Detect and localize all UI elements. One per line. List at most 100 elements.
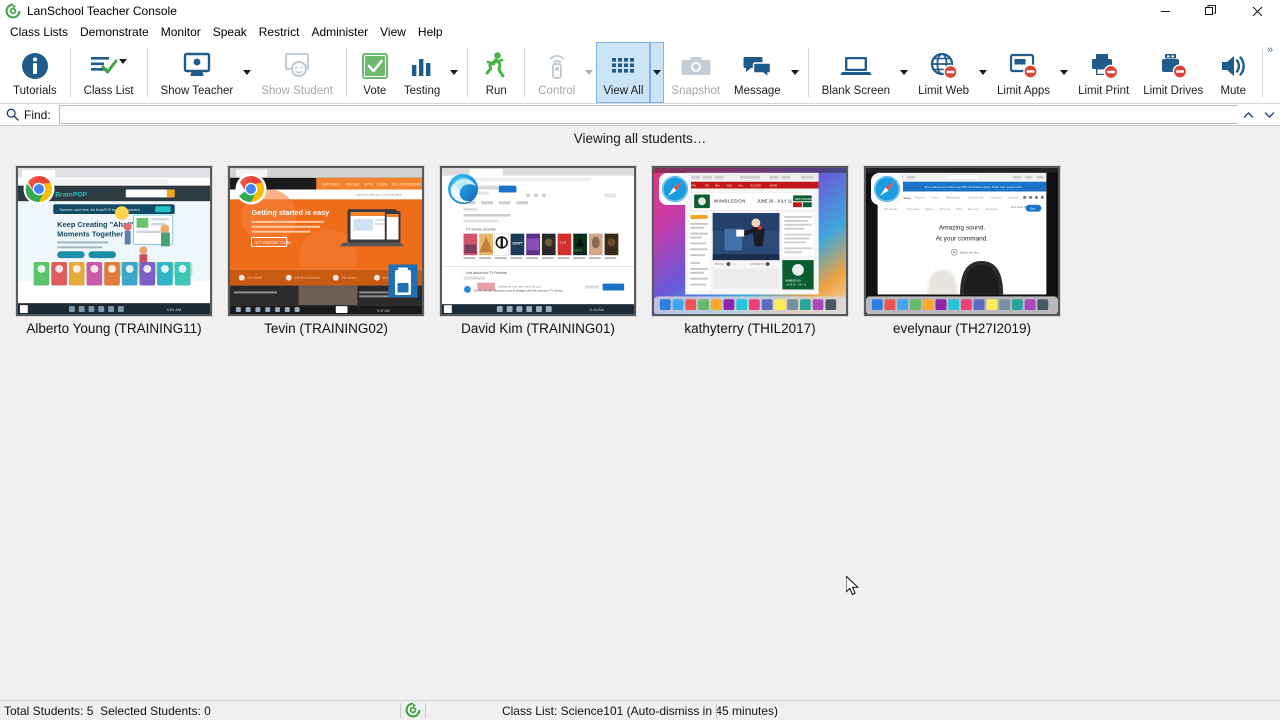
svg-text:FAQ: FAQ [956, 207, 963, 211]
toolbar-dropdown-testing[interactable] [447, 42, 461, 103]
toolbar-separator [808, 48, 809, 97]
running-person-icon [483, 49, 509, 83]
minimize-button[interactable] [1142, 0, 1188, 22]
edge-icon [446, 172, 480, 206]
toolbar-button-limit-apps[interactable]: Limit Apps [990, 42, 1057, 103]
find-next-button[interactable] [1259, 104, 1280, 126]
menu-item-demonstrate[interactable]: Demonstrate [74, 23, 155, 41]
toolbar-button-mute[interactable]: Mute [1210, 42, 1256, 103]
toolbar-button-tutorials[interactable]: Tutorials [6, 42, 64, 103]
toolbar-dropdown-view-all[interactable] [650, 42, 664, 103]
student-tile[interactable]: Free delivery on orders over $35. Exclus… [856, 163, 1068, 336]
svg-text:JUNE 28 - JULY 11: JUNE 28 - JULY 11 [757, 198, 793, 203]
toolbar-separator [467, 48, 468, 97]
toolbar-dropdown-control [582, 42, 596, 103]
toolbar-label-run: Run [486, 85, 507, 98]
toolbar-button-limit-web[interactable]: Limit Web [911, 42, 976, 103]
chrome-icon [22, 172, 56, 206]
lanschool-refresh-icon[interactable] [405, 702, 421, 718]
toolbar-label-control: Control [538, 85, 575, 98]
svg-text:MORE: MORE [411, 183, 422, 187]
svg-text:SHARE: SHARE [715, 263, 724, 266]
find-previous-button[interactable] [1238, 104, 1259, 126]
svg-text:3 1/2: 3 1/2 [560, 240, 567, 244]
svg-text:SOLUTIONS: SOLUTIONS [392, 183, 412, 187]
student-thumbnail[interactable]: Free delivery on orders over $35. Exclus… [864, 166, 1060, 316]
student-name-label: Alberto Young (TRAINING11) [26, 321, 201, 336]
toolbar-button-message[interactable]: Message [727, 42, 788, 103]
toolbar-label-view-all: View All [603, 85, 643, 98]
menu-item-help[interactable]: Help [412, 23, 449, 41]
student-thumbnail[interactable]: BrainPOP Teachers: save time, the BrainP… [16, 166, 212, 316]
toolbar-dropdown-message[interactable] [788, 42, 802, 103]
toolbar-separator [524, 48, 525, 97]
menu-item-speak[interactable]: Speak [207, 23, 253, 41]
svg-text:GET STARTED TODAY: GET STARTED TODAY [254, 241, 292, 245]
svg-text:Explore: Explore [991, 195, 1001, 199]
svg-text:TV shows recently: TV shows recently [466, 228, 497, 232]
toolbar-label-tutorials: Tutorials [13, 85, 57, 98]
title-bar: LanSchool Teacher Console [0, 0, 1280, 22]
toolbar-button-view-all[interactable]: View All [596, 42, 650, 103]
svg-text:Home: Home [932, 195, 940, 199]
svg-text:Wearables: Wearables [946, 195, 960, 199]
remote-control-icon [544, 49, 570, 83]
camera-icon [680, 49, 712, 83]
menu-item-restrict[interactable]: Restrict [253, 23, 306, 41]
student-thumbnail[interactable]: FEATURESPRICING APPSLOGIN SOLUTIONSMORE … [228, 166, 424, 316]
menu-item-monitor[interactable]: Monitor [155, 23, 207, 41]
toolbar-label-limit-apps: Limit Apps [997, 85, 1050, 98]
svg-text:FEATURES: FEATURES [322, 183, 340, 187]
svg-text:Watch the film: Watch the film [960, 251, 979, 255]
toolbar-button-limit-print[interactable]: Limit Print [1071, 42, 1136, 103]
svg-text:LOGIN: LOGIN [377, 183, 388, 187]
toolbar-dropdown-limit-web[interactable] [976, 42, 990, 103]
svg-text:At your command.: At your command. [936, 235, 989, 242]
svg-text:PRICING: PRICING [346, 183, 360, 187]
svg-text:https://moodle.com | Documen: https://moodle.com | Documentation [355, 192, 402, 196]
svg-text:WIMBLEDON: WIMBLEDON [714, 198, 746, 203]
green-check-icon [361, 49, 389, 83]
student-tile[interactable]: FEATURESPRICING APPSLOGIN SOLUTIONSMORE … [220, 163, 432, 336]
globe-block-icon [928, 49, 960, 83]
toolbar-button-vote[interactable]: Vote [353, 42, 397, 103]
toolbar-dropdown-blank-screen[interactable] [897, 42, 911, 103]
toolbar-label-message: Message [734, 85, 781, 98]
toolbar-button-blank-screen[interactable]: Blank Screen [815, 42, 897, 103]
monitor-face-icon [280, 49, 314, 83]
menu-item-administer[interactable]: Administer [305, 23, 374, 41]
bar-chart-icon [407, 49, 437, 83]
safari-icon [870, 172, 904, 206]
toolbar-button-run[interactable]: Run [474, 42, 518, 103]
find-label: Find: [24, 108, 51, 122]
toolbar-button-limit-drives[interactable]: Limit Drives [1136, 42, 1210, 103]
toolbar-button-testing[interactable]: Testing [397, 42, 447, 103]
toolbar-dropdown-limit-apps[interactable] [1057, 42, 1071, 103]
toolbar-button-class-list[interactable]: Class List [77, 42, 141, 103]
svg-text:WHITE: WHITE [574, 249, 582, 252]
toolbar-label-vote: Vote [363, 85, 386, 98]
menu-item-class-lists[interactable]: Class Lists [4, 23, 74, 41]
svg-text:APPS: APPS [364, 183, 374, 187]
svg-text:NBA: NBA [715, 185, 721, 188]
student-tile[interactable]: TV shows recently DON'T [432, 163, 644, 336]
student-tile[interactable]: BrainPOP Teachers: save time, the BrainP… [8, 163, 220, 336]
toolbar-button-show-student: Show Student [254, 42, 340, 103]
usb-block-icon [1157, 49, 1189, 83]
menu-item-view[interactable]: View [374, 23, 412, 41]
restore-button[interactable] [1188, 0, 1234, 22]
speaker-icon [1217, 49, 1249, 83]
toolbar-dropdown-show-teacher[interactable] [240, 42, 254, 103]
svg-text:JUNE 28 - JULY 11: JUNE 28 - JULY 11 [786, 285, 807, 287]
svg-text:Get the benefit. Become more &: Get the benefit. Become more & engage wi… [473, 288, 563, 292]
student-thumbnail[interactable]: ESPNNFLNBA MLBNHLSOCCER MORE WIMBLEDON J… [652, 166, 848, 316]
search-input[interactable] [59, 105, 1238, 124]
student-thumbnail[interactable]: TV shows recently DON'T [440, 166, 636, 316]
toolbar-button-show-teacher[interactable]: Show Teacher [154, 42, 241, 103]
toolbar-overflow-button[interactable]: » [1262, 44, 1278, 62]
printer-block-icon [1088, 49, 1120, 83]
close-button[interactable] [1234, 0, 1280, 22]
toolbar-label-snapshot: Snapshot [671, 85, 720, 98]
student-tile[interactable]: ESPNNFLNBA MLBNHLSOCCER MORE WIMBLEDON J… [644, 163, 856, 336]
low-battery-icon [388, 264, 418, 298]
